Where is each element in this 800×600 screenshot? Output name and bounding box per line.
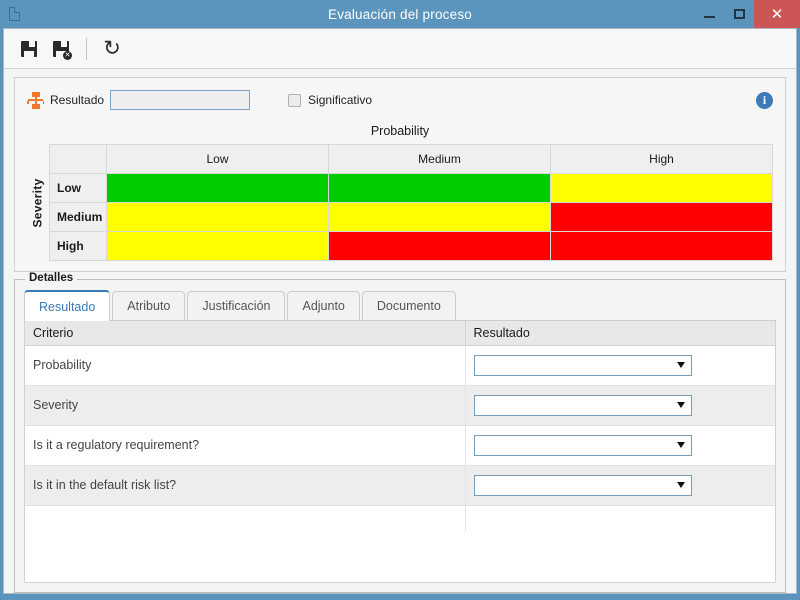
minimize-button[interactable] [694,0,724,28]
toolbar-separator [86,37,87,60]
risk-matrix-table: Low Medium High Low Medium High [49,144,773,261]
criteria-value-cell [465,345,775,386]
tab-atributo[interactable]: Atributo [112,291,186,320]
criteria-label-probability: Probability [25,345,466,386]
matrix-corner-cell [49,144,107,174]
result-and-matrix-panel: Resultado Significativo i Probability Se… [14,77,786,272]
matrix-cell-medium-low[interactable] [106,202,329,232]
criteria-value-cell [465,385,775,426]
matrix-column-axis-label: Probability [370,124,430,138]
window-controls: ✕ [694,0,800,28]
refresh-icon: ↻ [103,37,121,60]
matrix-cell-low-low[interactable] [106,173,329,203]
details-group: Detalles Resultado Atributo Justificació… [14,272,786,593]
application-window: Evaluación del proceso ✕ ✕ ↻ Resultado S… [0,0,800,600]
close-button[interactable]: ✕ [754,0,800,28]
matrix-cell-high-low[interactable] [106,231,329,261]
maximize-button[interactable] [724,0,754,28]
criteria-table-wrapper: Criterio Resultado Probability Severity … [24,321,776,583]
tab-resultado[interactable]: Resultado [24,290,111,321]
title-bar: Evaluación del proceso ✕ [0,0,800,28]
criteria-label-severity: Severity [25,385,466,426]
floppy-disk-icon [21,40,37,57]
matrix-row-header-low: Low [49,173,107,203]
matrix-row: Low [49,173,773,203]
matrix-col-header-low: Low [106,144,329,174]
significant-checkbox-group[interactable]: Significativo [288,93,372,107]
tab-documento[interactable]: Documento [361,291,456,320]
floppy-disk-cancel-icon: ✕ [53,40,72,60]
table-row: Probability [25,345,775,386]
save-button[interactable] [14,34,44,64]
criteria-label-default-risk-list: Is it in the default risk list? [25,465,466,506]
criteria-value-cell [465,425,775,466]
chevron-down-icon [676,362,685,368]
dropdown-severity[interactable] [473,394,692,416]
content-area: Resultado Significativo i Probability Se… [4,69,796,593]
matrix-header-row: Low Medium High [49,144,773,174]
criteria-header-resultado: Resultado [465,321,775,346]
matrix-cell-high-medium[interactable] [328,231,551,261]
matrix-cell-high-high[interactable] [550,231,773,261]
hierarchy-icon [27,91,44,109]
result-label: Resultado [50,93,105,107]
matrix-cell-medium-medium[interactable] [328,202,551,232]
client-area: ✕ ↻ Resultado Significativo i Probabilit… [3,28,797,594]
table-row: Severity [25,385,775,426]
tab-adjunto[interactable]: Adjunto [287,291,360,320]
criteria-value-cell [465,465,775,506]
matrix-cell-low-medium[interactable] [328,173,551,203]
criteria-label-regulatory: Is it a regulatory requirement? [25,425,466,466]
criteria-table: Criterio Resultado Probability Severity … [25,321,775,531]
criteria-header-row: Criterio Resultado [25,321,775,346]
info-icon[interactable]: i [756,91,773,109]
window-title: Evaluación del proceso [328,6,472,22]
matrix-row: Medium [49,202,773,232]
chevron-down-icon [676,402,685,408]
tab-justificacion[interactable]: Justificación [187,291,286,320]
risk-matrix: Severity Low Medium High Low Medium High [27,144,773,261]
result-input[interactable] [110,90,251,110]
matrix-row: High [49,231,773,261]
save-and-close-button[interactable]: ✕ [46,34,76,64]
table-row: Is it a regulatory requirement? [25,425,775,466]
dropdown-regulatory-requirement[interactable] [473,434,692,456]
toolbar: ✕ ↻ [4,29,796,69]
matrix-row-header-medium: Medium [49,202,107,232]
dropdown-probability[interactable] [473,354,692,376]
table-filler-row [25,505,775,531]
matrix-row-header-high: High [49,231,107,261]
table-row: Is it in the default risk list? [25,465,775,506]
matrix-row-axis-label: Severity [31,177,46,228]
dropdown-default-risk-list[interactable] [473,474,692,496]
chevron-down-icon [676,442,685,448]
chevron-down-icon [676,482,685,488]
significant-label: Significativo [308,93,373,107]
significant-checkbox[interactable] [288,93,302,107]
matrix-col-header-high: High [550,144,773,174]
matrix-cell-low-high[interactable] [550,173,773,203]
criteria-header-criterio: Criterio [25,321,466,346]
result-row: Resultado Significativo i [27,86,773,114]
matrix-col-header-medium: Medium [328,144,551,174]
details-tabbar: Resultado Atributo Justificación Adjunto… [24,290,776,321]
matrix-cell-medium-high[interactable] [550,202,773,232]
details-group-title: Detalles [25,272,78,284]
refresh-button[interactable]: ↻ [97,34,127,64]
window-document-icon [0,0,28,28]
